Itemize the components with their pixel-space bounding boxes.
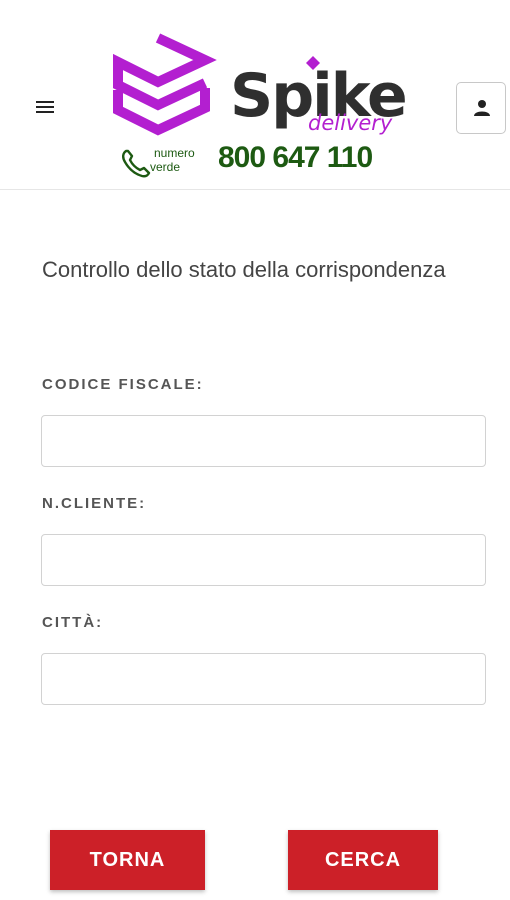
hamburger-menu-button[interactable] <box>36 98 58 118</box>
codice-fiscale-input[interactable] <box>41 415 486 467</box>
page-title: Controllo dello stato della corrisponden… <box>42 257 446 282</box>
n-cliente-input[interactable] <box>41 534 486 586</box>
site-header: Spike delivery numero verde 800 647 110 <box>0 0 510 190</box>
cerca-button[interactable]: CERCA <box>288 830 438 890</box>
toll-free-label-bottom: verde <box>150 160 181 174</box>
toll-free-label: numero verde <box>150 146 195 174</box>
codice-fiscale-label: CODICE FISCALE: <box>42 376 204 393</box>
phone-number[interactable]: 800 647 110 <box>218 143 373 173</box>
menu-line <box>36 106 54 108</box>
menu-line <box>36 111 54 113</box>
brand-tagline: delivery <box>308 111 393 135</box>
n-cliente-label: N.CLIENTE: <box>42 495 147 512</box>
torna-button[interactable]: TORNA <box>50 830 205 890</box>
user-account-button[interactable] <box>456 82 506 134</box>
toll-free-label-top: numero <box>154 146 195 160</box>
user-icon <box>474 100 490 116</box>
phone-icon <box>122 149 151 178</box>
citta-label: CITTÀ: <box>42 614 104 631</box>
citta-input[interactable] <box>41 653 486 705</box>
cube-logo-icon <box>113 33 217 136</box>
spike-delivery-logo[interactable]: Spike delivery numero verde 800 647 110 <box>110 30 408 180</box>
menu-line <box>36 101 54 103</box>
